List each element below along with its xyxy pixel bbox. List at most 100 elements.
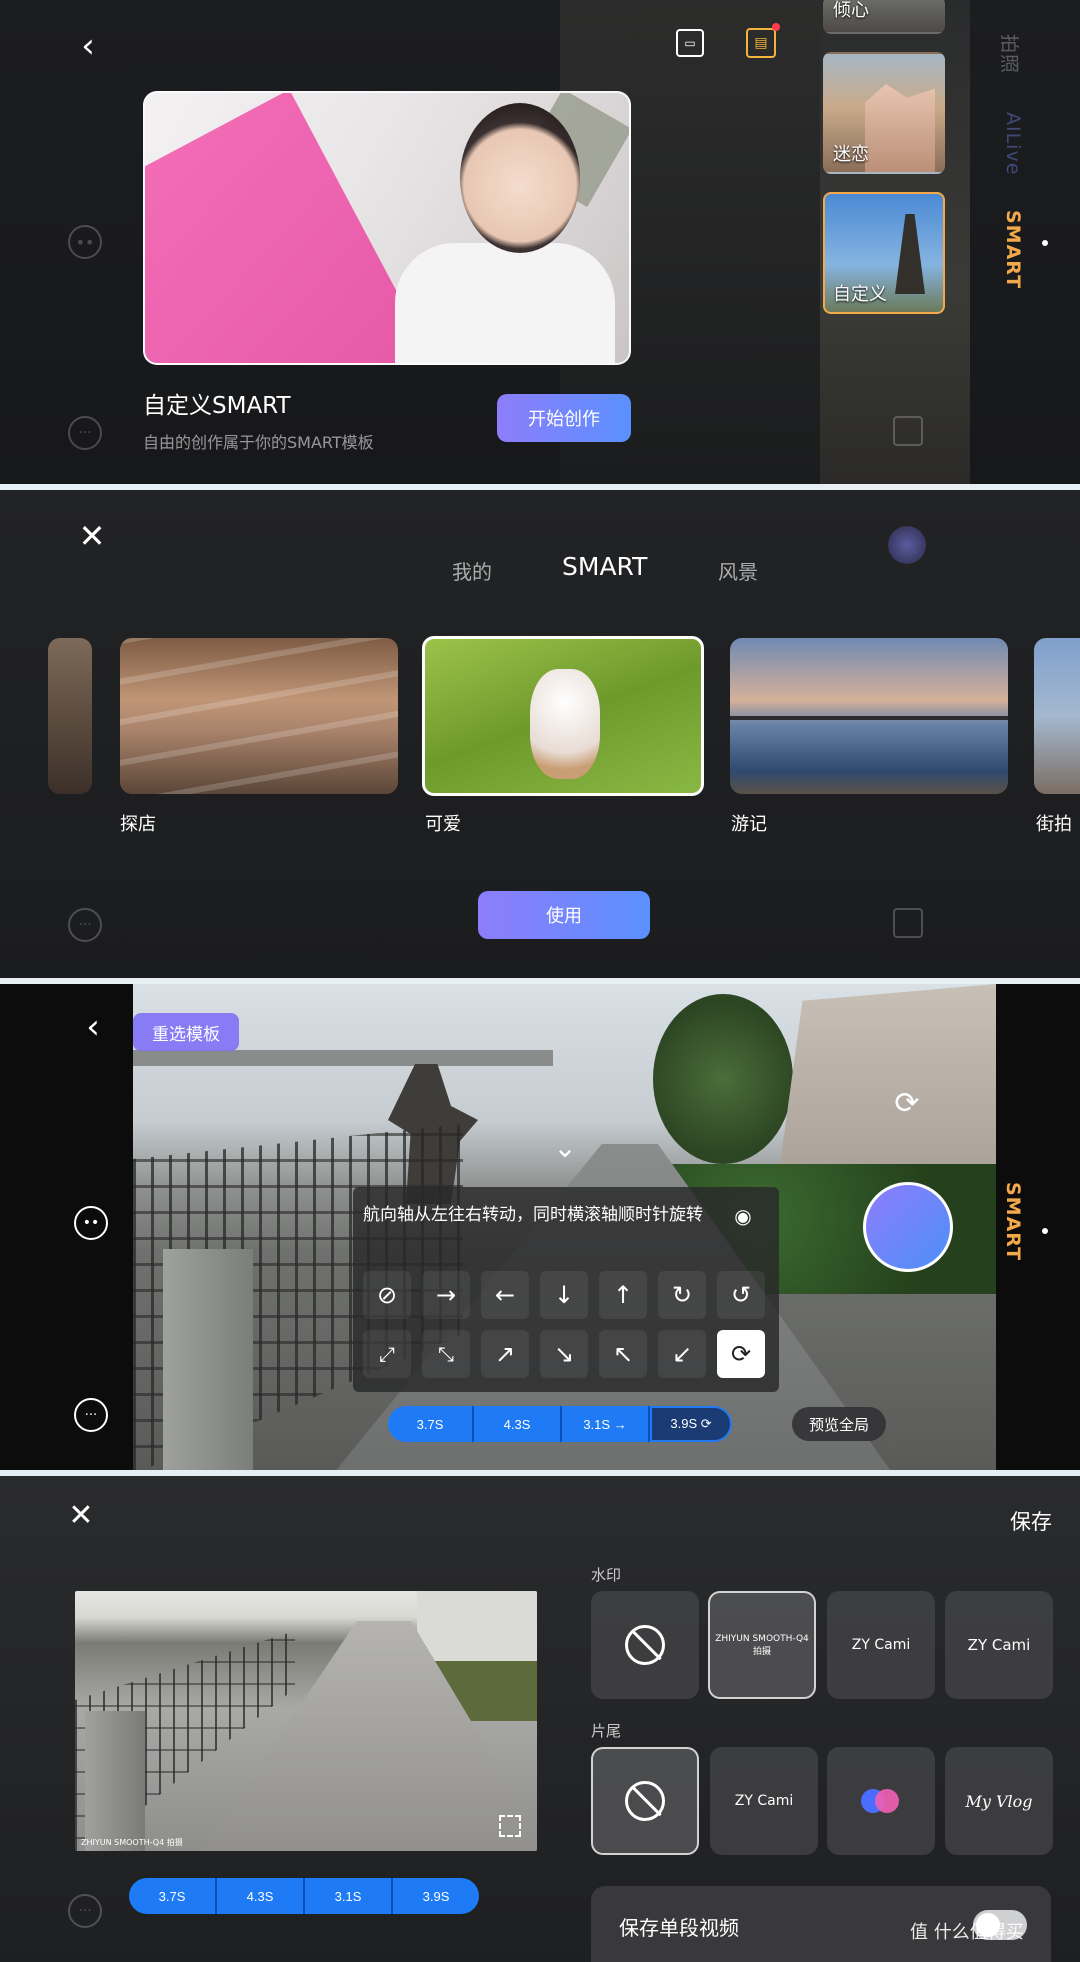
template-card-shop[interactable] [120, 638, 398, 794]
ending-section-label: 片尾 [591, 1722, 622, 1740]
watermark-zhiyun-option[interactable]: ZHIYUN SMOOTH-Q4 拍摄 [708, 1591, 816, 1699]
template-card-street[interactable] [1034, 638, 1080, 794]
hero-preview-video[interactable] [143, 91, 631, 365]
arrow-down-icon[interactable]: ↓ [540, 1271, 588, 1319]
preview-all-button[interactable]: 预览全局 [792, 1407, 886, 1441]
mode-tab-smart[interactable]: SMART [1002, 1182, 1024, 1261]
arrow-up-left-icon[interactable]: ↖ [599, 1330, 647, 1378]
arrow-down-left-icon[interactable]: ↙ [658, 1330, 706, 1378]
mode-tab-ailive[interactable]: AILive [1002, 112, 1024, 175]
motion-instruction: 航向轴从左往右转动，同时横滚轴顺时针旋转 [363, 1205, 703, 1225]
arrow-up-right-icon[interactable]: ↗ [481, 1330, 529, 1378]
save-button[interactable]: 保存 [1010, 1506, 1052, 1536]
shrink-icon[interactable]: ⤡ [422, 1330, 470, 1378]
thumb-building [865, 84, 935, 172]
scene-tree [653, 994, 793, 1164]
ending-logo-option[interactable] [827, 1747, 935, 1855]
active-mode-dot [1042, 1228, 1048, 1234]
arrow-down-right-icon[interactable]: ↘ [540, 1330, 588, 1378]
card-label-street: 街拍 [1036, 814, 1072, 835]
watermark-zycami-large-option[interactable]: ZY Cami [945, 1591, 1053, 1699]
switch-camera-icon[interactable]: ⟳ [888, 1084, 926, 1122]
mode-tab-photo[interactable]: 拍照 [997, 34, 1024, 74]
card-label-cute: 可爱 [425, 814, 461, 835]
template-card-travel[interactable] [730, 638, 1008, 794]
arrow-up-icon[interactable]: ↑ [599, 1271, 647, 1319]
collapse-chevron-icon[interactable]: ⌄ [540, 1131, 590, 1164]
more-icon: ··· [68, 416, 102, 450]
template-subtitle: 自由的创作属于你的SMART模板 [143, 433, 374, 452]
no-motion-icon[interactable]: ⊘ [363, 1271, 411, 1319]
arrow-right-icon[interactable]: → [422, 1271, 470, 1319]
segment-timeline: 3.7S 4.3S 3.1S → 3.9S ⟳ [388, 1406, 732, 1442]
watermark-zycami-option[interactable]: ZY Cami [827, 1591, 935, 1699]
segment-3[interactable]: 3.1S [305, 1878, 393, 1914]
expand-icon[interactable]: ⤢ [363, 1330, 411, 1378]
back-icon[interactable]: ‹ [70, 26, 106, 66]
cat-figure [530, 669, 600, 779]
close-icon[interactable]: ✕ [64, 1498, 98, 1533]
back-icon[interactable]: ‹ [76, 1007, 110, 1047]
ending-myvlog-label: My Vlog [965, 1791, 1033, 1811]
segment-2[interactable]: 4.3S [217, 1878, 305, 1914]
thumb-label: 自定义 [833, 284, 887, 305]
mode-tab-smart[interactable]: SMART [1002, 210, 1024, 289]
scene-post [163, 1249, 253, 1470]
segment-1[interactable]: 3.7S [129, 1878, 217, 1914]
template-card-cute[interactable] [422, 636, 704, 796]
use-template-button[interactable]: 使用 [478, 891, 650, 939]
ending-none-option[interactable] [591, 1747, 699, 1855]
tab-mine[interactable]: 我的 [452, 556, 492, 585]
segment-2[interactable]: 4.3S [474, 1406, 562, 1442]
template-card-partial-left[interactable] [48, 638, 92, 794]
rotate-roll-icon[interactable]: ⟳ [717, 1330, 765, 1378]
template-thumb-custom[interactable]: 自定义 [823, 192, 945, 314]
arrow-left-icon[interactable]: ← [481, 1271, 529, 1319]
thumb-windmill [895, 214, 925, 294]
ending-zycami-option[interactable]: ZY Cami [710, 1747, 818, 1855]
tab-landscape[interactable]: 风景 [718, 556, 758, 585]
ending-myvlog-option[interactable]: My Vlog [945, 1747, 1053, 1855]
shop-shelves [120, 638, 398, 794]
template-thumb-qingxin[interactable]: 倾心 [823, 0, 945, 34]
template-thumb-milian[interactable]: 迷恋 [823, 52, 945, 174]
watermark-zycami-large-label: ZY Cami [967, 1636, 1031, 1654]
segment-3[interactable]: 3.1S → [562, 1406, 650, 1442]
segment-1[interactable]: 3.7S [388, 1406, 474, 1442]
video-post [85, 1711, 145, 1851]
card-label-shop: 探店 [120, 814, 156, 835]
motion-editor-overlay: 航向轴从左往右转动，同时横滚轴顺时针旋转 ◉ ⊘ → ← ↓ ↑ ↻ ↺ ⤢ ⤡… [353, 1187, 779, 1392]
hero-pink-board [145, 93, 431, 363]
store-icon[interactable]: ▤ [746, 28, 776, 58]
exported-video-preview[interactable]: ZHIYUN SMOOTH-Q4 拍摄 [75, 1591, 537, 1851]
more-icon: ··· [68, 1894, 102, 1928]
emoji-icon: •• [68, 225, 102, 259]
segment-4[interactable]: 3.9S [393, 1878, 479, 1914]
archive-icon[interactable]: ▭ [676, 29, 704, 57]
watermark-none-option[interactable] [591, 1591, 699, 1699]
start-create-button[interactable]: 开始创作 [497, 394, 631, 442]
segment-4[interactable]: 3.9S ⟳ [650, 1406, 732, 1442]
pier-line [730, 716, 1008, 720]
rotate-cw-icon[interactable]: ↻ [658, 1271, 706, 1319]
template-title: 自定义SMART [143, 393, 291, 419]
record-button[interactable] [863, 1182, 953, 1272]
notification-dot [772, 23, 780, 31]
scene-bridge [133, 1050, 553, 1066]
active-mode-dot [1042, 240, 1048, 246]
more-icon[interactable]: ··· [74, 1398, 108, 1432]
checkbox-icon [893, 416, 923, 446]
reselect-template-button[interactable]: 重选模板 [133, 1013, 239, 1051]
more-icon: ··· [68, 908, 102, 942]
emoji-icon[interactable]: •• [74, 1206, 108, 1240]
fullscreen-icon[interactable] [499, 1815, 521, 1837]
tab-smart[interactable]: SMART [562, 552, 647, 581]
thumb-label: 倾心 [833, 0, 869, 21]
no-sign-icon [625, 1781, 665, 1821]
video-watermark: ZHIYUN SMOOTH-Q4 拍摄 [81, 1838, 183, 1847]
settings-orb [888, 526, 926, 564]
eye-icon[interactable]: ◉ [730, 1203, 756, 1229]
no-sign-icon [625, 1625, 665, 1665]
rotate-ccw-icon[interactable]: ↺ [717, 1271, 765, 1319]
hero-shirt [395, 243, 615, 363]
